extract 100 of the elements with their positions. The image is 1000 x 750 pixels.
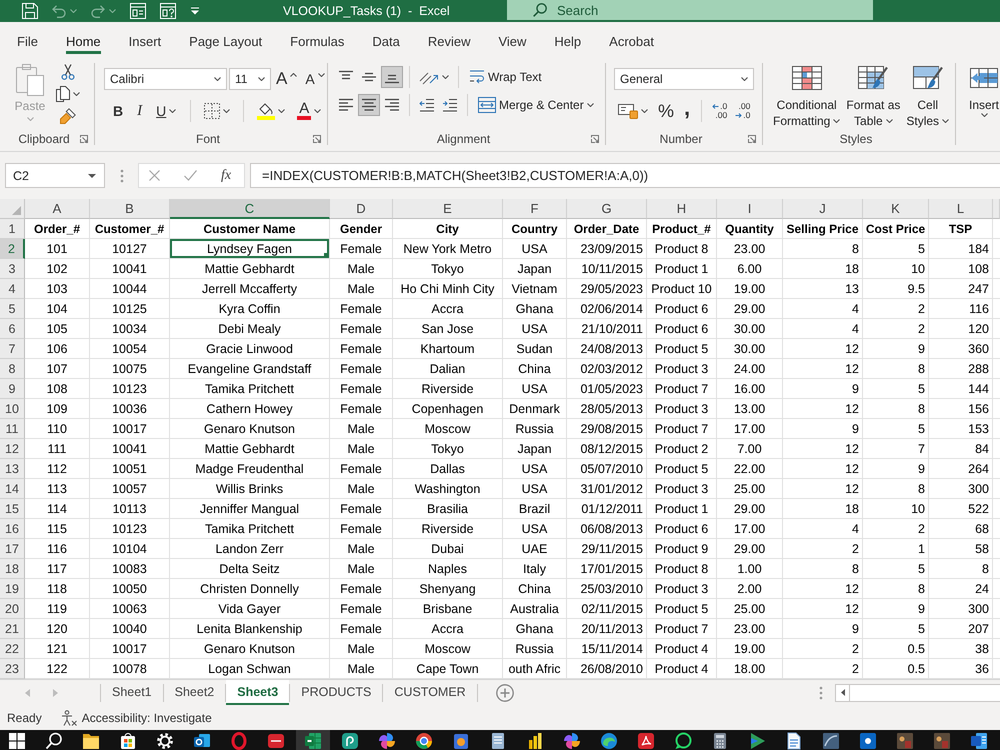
row-header[interactable]: 22	[0, 639, 25, 659]
rounded-tile-icon[interactable]	[267, 732, 285, 750]
accessibility-button[interactable]: Accessibility: Investigate	[60, 710, 212, 726]
format-as-table-button[interactable]: Format as Table	[844, 62, 902, 129]
ribbon-tab[interactable]: Help	[554, 28, 582, 54]
merge-center-button[interactable]: Merge & Center	[474, 94, 598, 116]
comma-style-button[interactable]: ,	[680, 100, 694, 122]
folded-tile-icon[interactable]	[637, 732, 655, 750]
cell-styles-button[interactable]: Cell Styles	[904, 62, 952, 129]
row-header[interactable]: 2	[0, 239, 25, 259]
form-icon[interactable]	[130, 3, 146, 19]
curve-tile-icon[interactable]	[822, 732, 840, 750]
row-header[interactable]: 10	[0, 399, 25, 419]
ribbon-tab[interactable]: Data	[372, 28, 400, 54]
search-field[interactable]: Search	[507, 0, 873, 20]
sheet-tab[interactable]: Sheet2	[164, 680, 226, 705]
row-header[interactable]: 17	[0, 539, 25, 559]
conditional-formatting-button[interactable]: Conditional Formatting	[771, 62, 842, 129]
row-header[interactable]: 6	[0, 319, 25, 339]
row-header[interactable]: 3	[0, 259, 25, 279]
spiral-tile-icon[interactable]	[341, 732, 359, 750]
dot-tile-icon[interactable]	[859, 732, 877, 750]
formula-field[interactable]: =INDEX(CUSTOMER!B:B,MATCH(Sheet3!B2,CUSTOMER!A:A,0))	[250, 163, 1000, 188]
ribbon-tab[interactable]: Review	[428, 28, 470, 54]
copy-button[interactable]	[54, 84, 82, 104]
row-header[interactable]: 5	[0, 299, 25, 319]
envelope-tile-icon[interactable]	[193, 732, 211, 750]
ribbon-tab[interactable]: Insert	[128, 28, 162, 54]
gear-icon[interactable]	[156, 732, 174, 750]
ribbon-tab[interactable]: Formulas	[290, 28, 344, 54]
column-header[interactable]: I	[717, 199, 783, 219]
name-box[interactable]: C2	[5, 163, 105, 188]
horizontal-scrollbar[interactable]	[835, 684, 1000, 702]
row-header[interactable]: 20	[0, 599, 25, 619]
notepad-icon[interactable]	[489, 732, 507, 750]
ribbon-tab[interactable]: Home	[66, 28, 101, 54]
dialog-launcher-icon[interactable]	[80, 135, 88, 143]
ribbon-tab[interactable]: File	[17, 28, 38, 54]
column-header[interactable]: L	[929, 199, 993, 219]
page-tile-icon[interactable]	[970, 732, 988, 750]
column-header[interactable]: B	[90, 199, 170, 219]
bar-chart-icon[interactable]	[526, 732, 544, 750]
add-sheet-icon[interactable]	[496, 684, 514, 702]
column-header[interactable]: A	[25, 199, 90, 219]
align-bottom-button[interactable]	[381, 66, 403, 88]
font-name-dropdown[interactable]: Calibri	[104, 68, 227, 90]
dialog-launcher-icon[interactable]	[591, 135, 599, 143]
sheet-tab[interactable]: Sheet3	[226, 680, 290, 705]
column-header[interactable]: C	[170, 199, 330, 219]
row-header[interactable]: 7	[0, 339, 25, 359]
row-header[interactable]: 9	[0, 379, 25, 399]
column-header[interactable]: K	[863, 199, 929, 219]
picture-tile-icon[interactable]	[896, 732, 914, 750]
ribbon-tab[interactable]: Acrobat	[609, 28, 654, 54]
segmented-circle-icon[interactable]	[415, 732, 433, 750]
row-header[interactable]: 13	[0, 459, 25, 479]
increase-font-size-button[interactable]: A	[273, 68, 300, 90]
row-header[interactable]: 16	[0, 519, 25, 539]
wave-circle-icon[interactable]	[600, 732, 618, 750]
row-header[interactable]: 18	[0, 559, 25, 579]
row-header[interactable]: 19	[0, 579, 25, 599]
align-center-button[interactable]	[358, 94, 380, 116]
column-header[interactable]: D	[330, 199, 393, 219]
percent-style-button[interactable]: %	[654, 100, 678, 122]
scroll-left-icon[interactable]	[840, 689, 844, 696]
row-header[interactable]: 1	[0, 219, 25, 239]
row-header[interactable]: 11	[0, 419, 25, 439]
row-header[interactable]: 4	[0, 279, 25, 299]
italic-button[interactable]: I	[132, 100, 148, 122]
petals-icon[interactable]	[378, 732, 396, 750]
row-header[interactable]: 15	[0, 499, 25, 519]
chat-bubble-icon[interactable]	[674, 732, 692, 750]
shopping-bag-icon[interactable]	[119, 732, 137, 750]
basket-tile-icon[interactable]	[452, 732, 470, 750]
column-header[interactable]: H	[647, 199, 717, 219]
row-header[interactable]: 14	[0, 479, 25, 499]
underline-button[interactable]: U	[151, 100, 182, 122]
decrease-decimal-button[interactable]: .00 .0	[732, 100, 754, 122]
bold-button[interactable]: B	[108, 100, 128, 122]
column-header[interactable]: J	[783, 199, 863, 219]
insert-function-button[interactable]: fx	[221, 168, 232, 184]
four-squares-icon[interactable]	[8, 732, 26, 750]
dialog-launcher-icon[interactable]	[748, 135, 756, 143]
document-icon[interactable]	[785, 732, 803, 750]
row-header[interactable]: 21	[0, 619, 25, 639]
sheet-tab[interactable]: CUSTOMER	[383, 680, 477, 705]
column-header[interactable]: E	[393, 199, 503, 219]
row-header[interactable]: 12	[0, 439, 25, 459]
number-format-dropdown[interactable]: General	[614, 68, 754, 90]
ring-icon[interactable]	[230, 732, 248, 750]
font-color-button[interactable]: A	[293, 100, 326, 122]
ribbon-tab[interactable]: Page Layout	[189, 28, 262, 54]
calculator-icon[interactable]	[711, 732, 729, 750]
decrease-font-size-button[interactable]: A	[302, 68, 328, 90]
dialog-launcher-icon[interactable]	[313, 135, 321, 143]
folder-icon[interactable]	[82, 732, 100, 750]
sheet-tab[interactable]: Sheet1	[101, 680, 163, 705]
picture-tile-icon[interactable]	[933, 732, 951, 750]
font-size-dropdown[interactable]: 11	[229, 68, 271, 90]
increase-decimal-button[interactable]: .0 .00	[709, 100, 730, 122]
